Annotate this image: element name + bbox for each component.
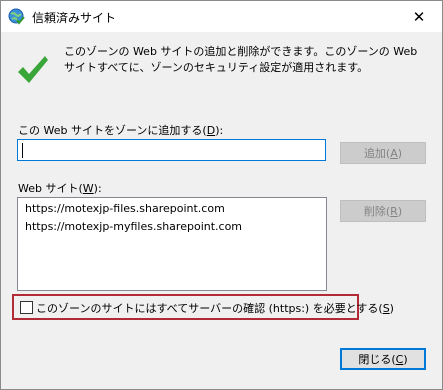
- trusted-sites-dialog: 信頼済みサイト ✕ このゾーンの Web サイトの追加と削除ができます。このゾー…: [0, 0, 443, 390]
- list-item[interactable]: https://motexjp-myfiles.sharepoint.com: [25, 220, 242, 233]
- websites-label: Web サイト(W):: [18, 182, 102, 195]
- close-icon: ✕: [412, 7, 426, 26]
- websites-list[interactable]: https://motexjp-files.sharepoint.com htt…: [17, 197, 327, 291]
- close-window-button[interactable]: ✕: [396, 1, 442, 32]
- close-button[interactable]: 閉じる(C): [340, 348, 426, 370]
- globe-check-icon: [8, 8, 25, 25]
- require-https-checkbox[interactable]: [20, 301, 33, 314]
- remove-button[interactable]: 削除(R): [340, 200, 426, 222]
- require-https-option[interactable]: このゾーンのサイトにはすべてサーバーの確認 (https:) を必要とする(S): [12, 294, 394, 320]
- add-site-label: この Web サイトをゾーンに追加する(D):: [18, 124, 224, 137]
- list-item[interactable]: https://motexjp-files.sharepoint.com: [25, 202, 225, 215]
- info-description: このゾーンの Web サイトの追加と削除ができます。このゾーンの Web サイト…: [64, 45, 418, 74]
- text-caret: [22, 143, 23, 158]
- title-bar: 信頼済みサイト ✕: [1, 1, 442, 32]
- require-https-label[interactable]: このゾーンのサイトにはすべてサーバーの確認 (https:) を必要とする(S): [36, 300, 394, 316]
- window-title: 信頼済みサイト: [32, 11, 117, 25]
- add-site-input[interactable]: [17, 139, 326, 161]
- add-button[interactable]: 追加(A): [340, 142, 426, 164]
- checkmark-icon: [18, 56, 48, 83]
